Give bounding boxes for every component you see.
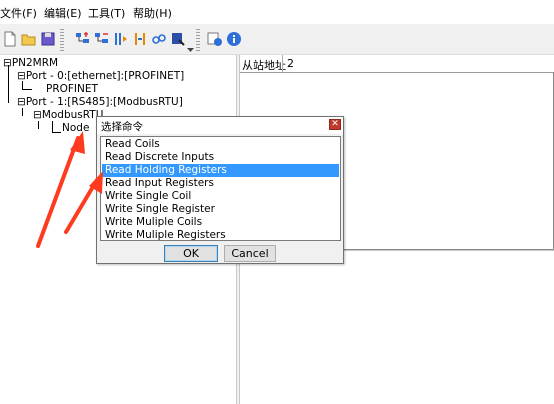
annotation-arrows	[36, 131, 103, 248]
arrow-to-node-head	[70, 131, 85, 154]
arrow-to-node	[36, 136, 80, 248]
